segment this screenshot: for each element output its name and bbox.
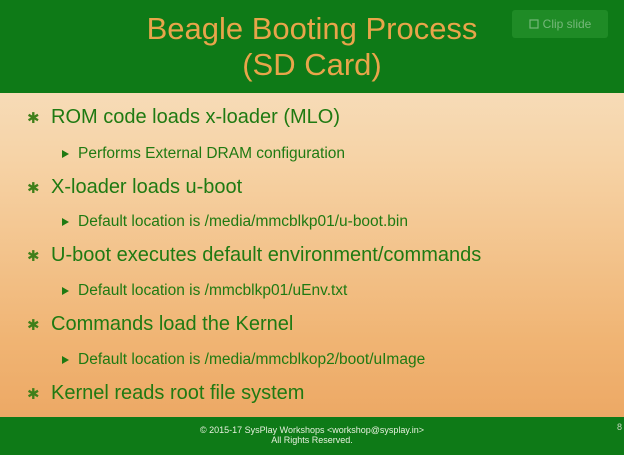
slide: Beagle Booting Process (SD Card) Clip sl…: [0, 0, 624, 455]
sub-bullet-text: Default location is /media/mmcblkp01/u-b…: [78, 213, 408, 230]
footer-text: © 2015-17 SysPlay Workshops <workshop@sy…: [0, 425, 624, 445]
slide-footer: © 2015-17 SysPlay Workshops <workshop@sy…: [0, 417, 624, 455]
triangle-right-icon: [62, 218, 78, 226]
bullet-item: ✱ ROM code loads x-loader (MLO): [27, 106, 340, 129]
clip-slide-label: Clip slide: [542, 17, 592, 31]
bullet-item: ✱ X-loader loads u-boot: [27, 176, 242, 199]
slide-header: Beagle Booting Process (SD Card) Clip sl…: [0, 0, 624, 93]
asterisk-bullet-icon: ✱: [27, 109, 40, 127]
triangle-right-icon: [62, 356, 78, 364]
sub-bullet-text: Default location is /mmcblkp01/uEnv.txt: [78, 282, 348, 299]
sub-bullet-item: Default location is /media/mmcblkop2/boo…: [62, 351, 425, 369]
bullet-text: Commands load the Kernel: [51, 313, 294, 335]
sub-bullet-text: Default location is /media/mmcblkop2/boo…: [78, 351, 426, 368]
rights-text: All Rights Reserved.: [271, 435, 353, 445]
sub-bullet-item: Default location is /media/mmcblkp01/u-b…: [62, 213, 408, 231]
page-number: 8: [616, 422, 622, 432]
clip-slide-button[interactable]: Clip slide: [512, 10, 608, 38]
asterisk-bullet-icon: ✱: [27, 179, 40, 197]
triangle-right-icon: [62, 150, 78, 158]
sub-bullet-text: Performs External DRAM configuration: [78, 145, 346, 162]
bullet-text: U-boot executes default environment/comm…: [51, 244, 482, 266]
copyright-text: © 2015-17 SysPlay Workshops <workshop@sy…: [199, 425, 425, 435]
sub-bullet-item: Default location is /mmcblkp01/uEnv.txt: [62, 282, 347, 300]
bullet-item: ✱ Commands load the Kernel: [27, 313, 293, 336]
triangle-right-icon: [62, 287, 78, 295]
sub-bullet-item: Performs External DRAM configuration: [62, 145, 345, 163]
asterisk-bullet-icon: ✱: [27, 247, 40, 265]
bullet-text: ROM code loads x-loader (MLO): [51, 106, 340, 128]
bullet-text: Kernel reads root file system: [51, 382, 305, 404]
bullet-item: ✱ U-boot executes default environment/co…: [27, 244, 481, 267]
asterisk-bullet-icon: ✱: [27, 316, 40, 334]
bullet-item: ✱ Kernel reads root file system: [27, 382, 304, 405]
asterisk-bullet-icon: ✱: [27, 385, 40, 403]
bullet-text: X-loader loads u-boot: [51, 176, 243, 198]
clip-icon: [529, 19, 539, 29]
